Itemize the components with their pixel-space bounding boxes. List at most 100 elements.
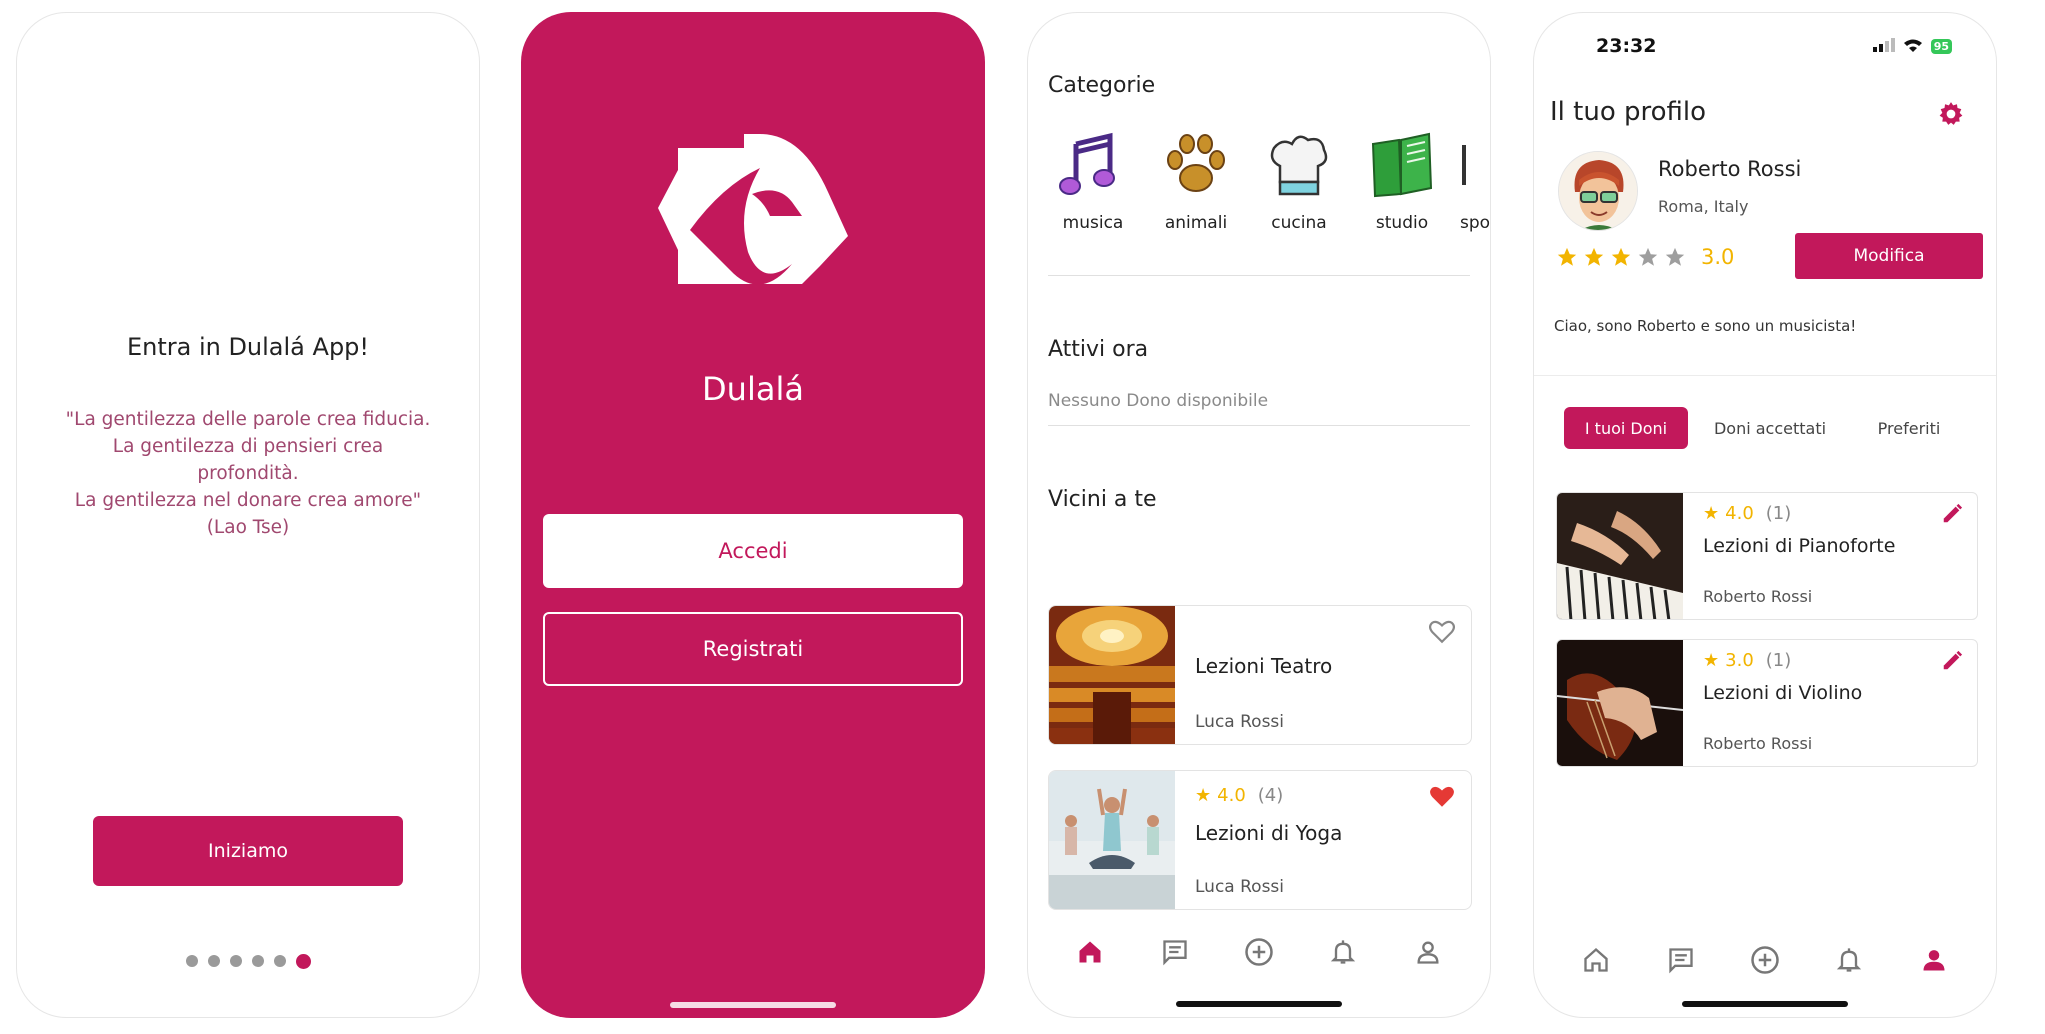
home-indicator[interactable] xyxy=(1682,1001,1848,1007)
quote-line: "La gentilezza delle parole crea fiducia… xyxy=(65,409,431,430)
gift-title: Lezioni di Pianoforte xyxy=(1703,535,1896,557)
star-icon: ★ xyxy=(1703,650,1720,671)
tab-favorites[interactable]: Preferiti xyxy=(1854,407,1964,449)
gift-card[interactable]: ★ 4.0 (1) Lezioni di Pianoforte Roberto … xyxy=(1556,492,1978,620)
gift-card[interactable]: ★ 4.0 (4) Lezioni di Yoga Luca Rossi xyxy=(1048,770,1472,910)
category-musica[interactable]: musica xyxy=(1048,125,1138,233)
rating-count: (4) xyxy=(1257,785,1284,806)
gift-card[interactable]: Lezioni Teatro Luca Rossi xyxy=(1048,605,1472,745)
onboarding-title: Entra in Dulalá App! xyxy=(126,333,370,361)
paw-icon xyxy=(1156,125,1236,205)
add-circle-icon[interactable] xyxy=(1242,935,1276,969)
card-author: Luca Rossi xyxy=(1195,877,1285,897)
quote-line: La gentilezza nel donare crea amore" xyxy=(74,490,422,511)
app-logo xyxy=(652,132,852,306)
book-icon xyxy=(1362,125,1442,205)
app-name: Dulalá xyxy=(702,370,804,408)
divider xyxy=(1534,375,1996,376)
category-label: spor xyxy=(1460,213,1491,233)
welcome-screen: Dulalá Accedi Registrati xyxy=(521,12,985,1018)
page-title: Il tuo profilo xyxy=(1550,97,1707,127)
tab-accepted-gifts[interactable]: Doni accettati xyxy=(1700,407,1840,449)
status-time: 23:32 xyxy=(1596,35,1657,57)
star-empty-icon xyxy=(1665,247,1685,266)
quote-line: profondità. xyxy=(197,463,299,484)
bell-icon[interactable] xyxy=(1326,935,1360,969)
gift-title: Lezioni di Violino xyxy=(1703,682,1863,704)
music-notes-icon xyxy=(1053,125,1133,205)
rating-value: 4.0 xyxy=(1217,785,1246,806)
category-label: musica xyxy=(1062,213,1124,233)
gift-author: Roberto Rossi xyxy=(1703,734,1813,753)
home-indicator[interactable] xyxy=(670,1002,836,1008)
quote-line: La gentilezza di pensieri crea xyxy=(112,436,384,457)
star-icon: ★ xyxy=(1703,503,1720,524)
rating-value: 4.0 xyxy=(1725,503,1754,524)
pencil-icon[interactable] xyxy=(1941,503,1963,529)
profile-rating: 3.0 xyxy=(1556,245,1734,269)
page-dot[interactable] xyxy=(207,955,220,967)
card-title: Lezioni Teatro xyxy=(1195,654,1333,678)
register-button[interactable]: Registrati xyxy=(543,612,963,686)
nearby-title: Vicini a te xyxy=(1048,487,1157,512)
chat-icon[interactable] xyxy=(1158,935,1192,969)
page-dot[interactable] xyxy=(229,955,242,967)
status-bar-icons: 95 xyxy=(1872,37,1952,56)
categories-title: Categorie xyxy=(1048,73,1156,98)
gear-icon[interactable] xyxy=(1938,101,1964,131)
page-dot[interactable] xyxy=(185,955,198,967)
violin-image xyxy=(1557,640,1684,766)
avatar[interactable] xyxy=(1558,151,1638,231)
category-sport[interactable]: spor xyxy=(1460,125,1491,233)
category-studio[interactable]: studio xyxy=(1357,125,1447,233)
bell-icon[interactable] xyxy=(1832,943,1866,977)
heart-outline-icon[interactable] xyxy=(1429,620,1455,648)
gift-rating: ★ 3.0 (1) xyxy=(1703,650,1791,671)
gift-rating: ★ 4.0 (1) xyxy=(1703,503,1791,524)
user-icon[interactable] xyxy=(1917,943,1951,977)
gift-author: Roberto Rossi xyxy=(1703,587,1813,606)
category-label: cucina xyxy=(1271,213,1327,233)
category-cucina[interactable]: cucina xyxy=(1254,125,1344,233)
page-indicator[interactable] xyxy=(17,954,479,969)
pencil-icon[interactable] xyxy=(1941,650,1963,676)
sport-icon xyxy=(1460,125,1490,205)
gift-card[interactable]: ★ 3.0 (1) Lezioni di Violino Roberto Ros… xyxy=(1556,639,1978,767)
bottom-navigation xyxy=(1534,943,1996,977)
start-button[interactable]: Iniziamo xyxy=(93,816,403,886)
category-animali[interactable]: animali xyxy=(1151,125,1241,233)
star-icon xyxy=(1584,247,1604,266)
chat-icon[interactable] xyxy=(1664,943,1698,977)
add-circle-icon[interactable] xyxy=(1748,943,1782,977)
login-button[interactable]: Accedi xyxy=(543,514,963,588)
home-icon[interactable] xyxy=(1579,943,1613,977)
user-icon[interactable] xyxy=(1411,935,1445,969)
category-label: animali xyxy=(1164,213,1228,233)
home-icon[interactable] xyxy=(1073,935,1107,969)
star-icon xyxy=(1557,247,1577,266)
page-dot-active[interactable] xyxy=(295,954,311,969)
star-icon: ★ xyxy=(1195,785,1212,806)
battery-icon: 95 xyxy=(1930,39,1952,54)
active-empty-text: Nessuno Dono disponibile xyxy=(1048,391,1269,411)
chef-hat-icon xyxy=(1259,125,1339,205)
rating-count: (1) xyxy=(1765,650,1792,671)
quote-text: "La gentilezza delle parole crea fiducia… xyxy=(57,406,439,541)
tab-your-gifts[interactable]: I tuoi Doni xyxy=(1564,407,1688,449)
quote-author: (Lao Tse) xyxy=(206,517,290,538)
profile-screen: 23:32 95 Il tuo profilo Roberto Rossi Ro… xyxy=(1533,12,1997,1018)
category-label: studio xyxy=(1375,213,1429,233)
piano-image xyxy=(1557,493,1683,619)
signal-icon xyxy=(1872,37,1895,56)
wifi-icon xyxy=(1903,37,1923,56)
heart-filled-icon[interactable] xyxy=(1429,785,1455,813)
page-dot[interactable] xyxy=(273,955,286,967)
divider xyxy=(1048,425,1470,426)
edit-profile-button[interactable]: Modifica xyxy=(1795,233,1983,279)
rating-count: (1) xyxy=(1765,503,1792,524)
home-indicator[interactable] xyxy=(1176,1001,1342,1007)
page-dot[interactable] xyxy=(251,955,264,967)
bottom-navigation xyxy=(1028,935,1490,969)
yoga-image xyxy=(1049,771,1175,909)
star-empty-icon xyxy=(1638,247,1658,266)
